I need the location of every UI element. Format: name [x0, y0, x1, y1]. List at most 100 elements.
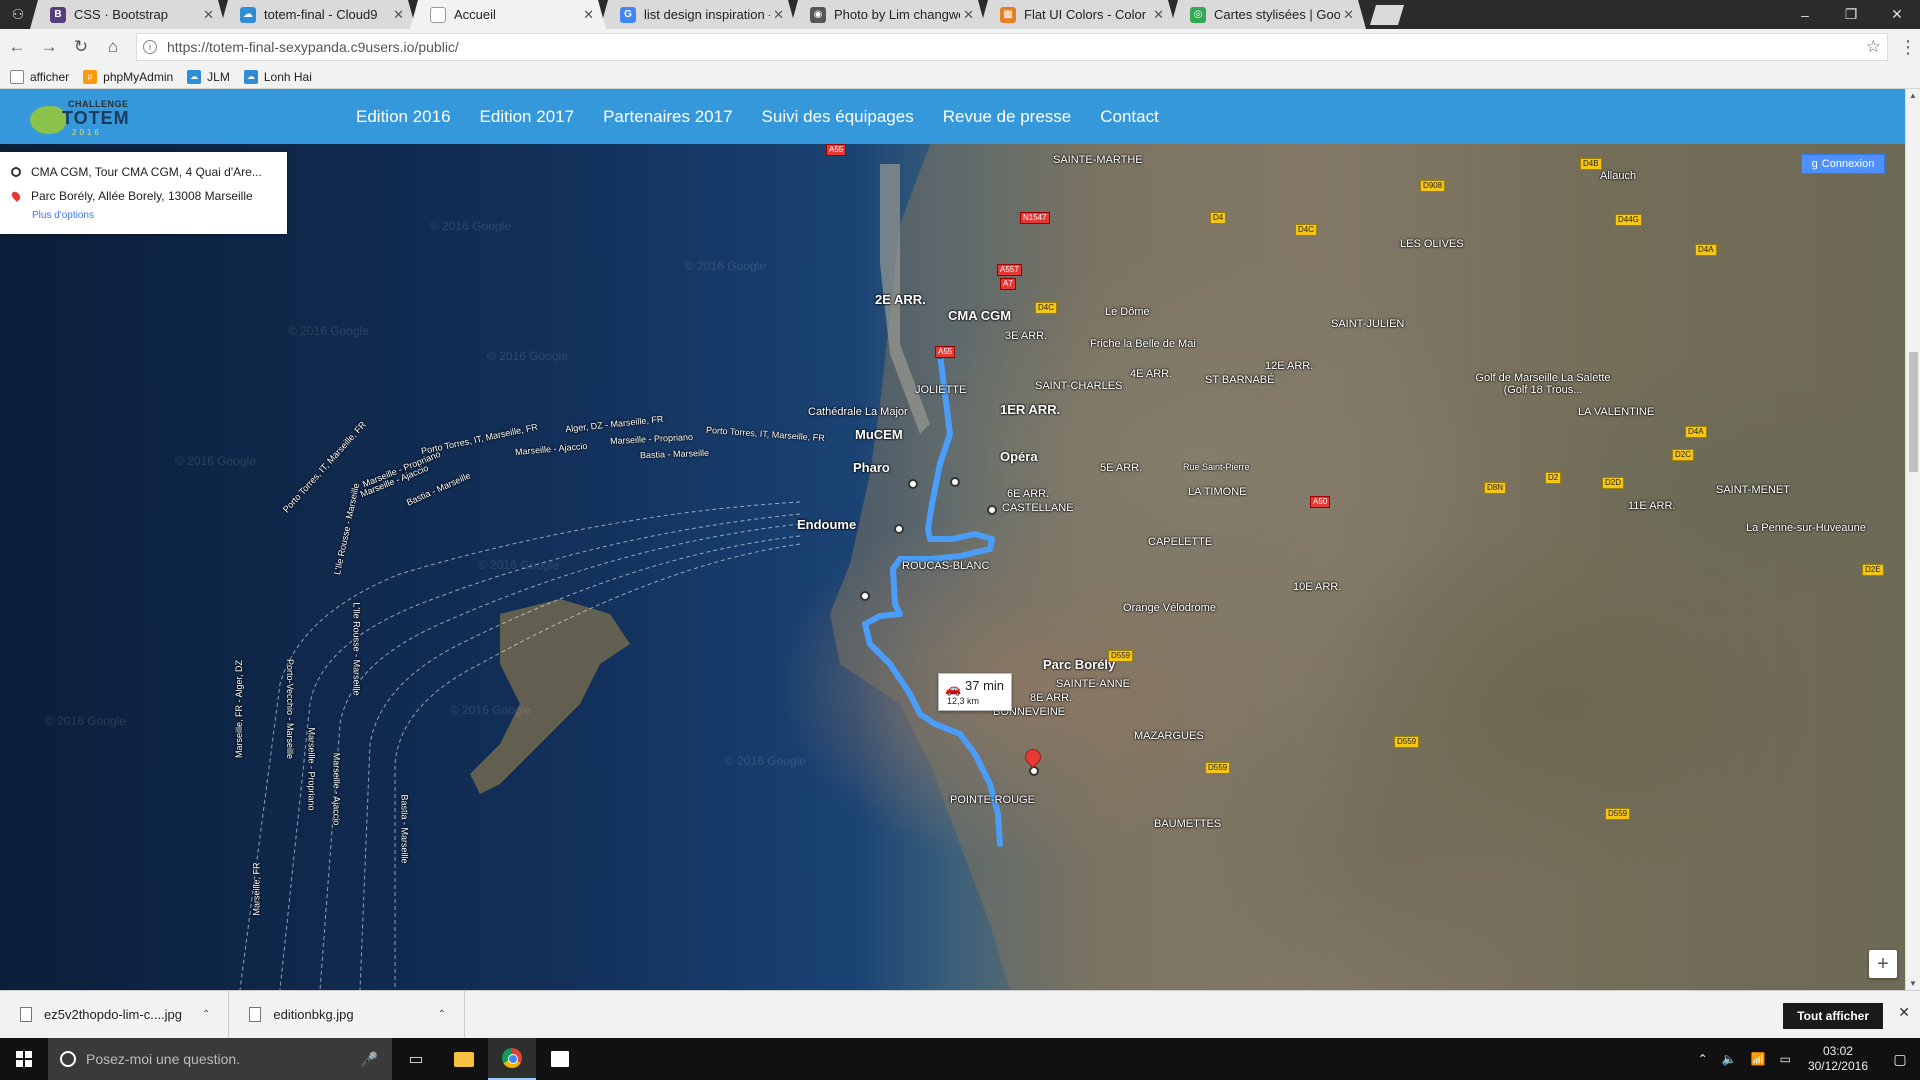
place-label: SAINTE-ANNE	[1056, 678, 1130, 690]
incognito-icon[interactable]: ⚇	[0, 0, 36, 29]
route-duration-box[interactable]: 🚗 37 min 12,3 km	[938, 673, 1012, 711]
map-watermark: © 2016 Google	[430, 219, 511, 233]
nav-edition-2016[interactable]: Edition 2016	[356, 107, 451, 127]
nav-suivi-equipages[interactable]: Suivi des équipages	[762, 107, 914, 127]
close-icon[interactable]: ✕	[1153, 7, 1164, 23]
tab-accueil[interactable]: Accueil ✕	[410, 0, 606, 29]
tab-photo[interactable]: ◉ Photo by Lim changwon ✕	[790, 0, 986, 29]
info-icon[interactable]: i	[143, 40, 157, 54]
destination-row[interactable]: Parc Borély, Allée Borely, 13008 Marseil…	[10, 184, 277, 208]
restore-icon[interactable]: ❐	[1828, 0, 1874, 29]
place-label: ST BARNABÉ	[1205, 374, 1275, 386]
connexion-button[interactable]: g Connexion	[1801, 154, 1885, 174]
battery-icon[interactable]: ▭	[1780, 1052, 1791, 1066]
scroll-up-icon[interactable]: ▲	[1909, 91, 1917, 100]
map-watermark: © 2016 Google	[175, 454, 256, 468]
network-icon[interactable]: 📶	[1751, 1052, 1766, 1066]
close-icon[interactable]: ✕	[773, 7, 784, 23]
page-icon	[10, 69, 24, 84]
window-controls: – ❐ ✕	[1782, 0, 1920, 29]
close-icon[interactable]: ✕	[1874, 0, 1920, 29]
phpmyadmin-icon: p	[83, 69, 98, 84]
road-badge: D559	[1205, 762, 1231, 774]
tab-cloud9[interactable]: ☁ totem-final - Cloud9 ✕	[220, 0, 416, 29]
zoom-in-button[interactable]: +	[1869, 950, 1897, 978]
nav-revue-de-presse[interactable]: Revue de presse	[943, 107, 1072, 127]
nav-partenaires-2017[interactable]: Partenaires 2017	[603, 107, 732, 127]
tab-cartes[interactable]: ◎ Cartes stylisées | Googl ✕	[1170, 0, 1366, 29]
close-icon[interactable]: ✕	[583, 7, 594, 23]
bookmark-jlm[interactable]: ☁ JLM	[187, 69, 230, 84]
tab-bootstrap[interactable]: B CSS · Bootstrap ✕	[30, 0, 226, 29]
address-bar[interactable]: i https://totem-final-sexypanda.c9users.…	[136, 33, 1888, 61]
bookmark-afficher[interactable]: afficher	[10, 69, 69, 84]
tab-flat-ui-colors[interactable]: ▦Flat UI Colors - Color Pal✕	[980, 0, 1176, 29]
road-badge: D4A	[1685, 426, 1707, 438]
forward-arrow-icon[interactable]: →	[34, 32, 64, 62]
download-item[interactable]: ez5v2thopdo-lim-c....jpg ⌃	[0, 990, 230, 1039]
totem-logo[interactable]: CHALLENGE TOTEM 2016	[28, 94, 134, 140]
system-tray: ⌃ 🔈 📶 ▭ 03:02 30/12/2016 ▢	[1691, 1038, 1920, 1080]
place-label: Opéra	[1000, 449, 1038, 464]
close-icon[interactable]: ✕	[963, 7, 974, 23]
download-item[interactable]: editionbkg.jpg ⌃	[229, 990, 466, 1039]
more-options-link[interactable]: Plus d'options	[32, 210, 277, 221]
place-label: CASTELLANE	[1002, 502, 1074, 514]
chrome-icon[interactable]	[488, 1038, 536, 1080]
origin-row[interactable]: CMA CGM, Tour CMA CGM, 4 Quai d'Are...	[10, 160, 277, 184]
close-icon[interactable]: ✕	[393, 7, 404, 23]
nav-contact[interactable]: Contact	[1100, 107, 1159, 127]
map-watermark: © 2016 Google	[45, 714, 126, 728]
place-label: Parc Borély	[1043, 657, 1116, 672]
chevron-up-icon[interactable]: ⌃	[1698, 1052, 1708, 1066]
place-label: 12E ARR.	[1265, 360, 1314, 372]
back-arrow-icon[interactable]: ←	[2, 32, 32, 62]
map-pin-icon	[10, 190, 22, 202]
ferry-label: L'Ile Rousse - Marseille	[351, 602, 362, 696]
file-icon	[249, 1007, 262, 1022]
ferry-label: Bastia - Marseille	[399, 794, 410, 864]
star-icon[interactable]: ☆	[1866, 37, 1881, 57]
car-icon: 🚗	[945, 681, 962, 696]
close-icon[interactable]: ✕	[1343, 7, 1354, 23]
page-scrollbar[interactable]: ▲ ▼	[1905, 89, 1920, 990]
new-tab-button[interactable]	[1370, 5, 1404, 25]
microphone-icon[interactable]: 🎤	[361, 1051, 378, 1068]
clock[interactable]: 03:02 30/12/2016	[1808, 1044, 1868, 1074]
volume-icon[interactable]: 🔈	[1722, 1052, 1737, 1066]
satellite-map[interactable]: SAINTE-MARTHE Allauch LES OLIVES SAINT-J…	[0, 144, 1905, 990]
reload-icon[interactable]: ↻	[66, 32, 96, 62]
cortana-search[interactable]: Posez-moi une question. 🎤	[48, 1038, 392, 1080]
chevron-up-icon[interactable]: ⌃	[202, 1009, 210, 1020]
map-watermark: © 2016 Google	[685, 259, 766, 273]
show-all-downloads-button[interactable]: Tout afficher	[1783, 1003, 1883, 1029]
place-label: Orange Vélodrome	[1123, 602, 1216, 614]
tab-list-design[interactable]: Glist design inspiration - R✕	[600, 0, 796, 29]
start-button[interactable]	[0, 1038, 48, 1080]
place-label: ROUCAS-BLANC	[902, 560, 990, 572]
store-icon[interactable]	[536, 1038, 584, 1080]
chevron-up-icon[interactable]: ⌃	[438, 1009, 446, 1020]
home-icon[interactable]: ⌂	[98, 32, 128, 62]
directions-panel: CMA CGM, Tour CMA CGM, 4 Quai d'Are... P…	[0, 152, 287, 234]
file-explorer-icon[interactable]	[440, 1038, 488, 1080]
road-badge: D44G	[1615, 214, 1642, 226]
scrollbar-thumb[interactable]	[1909, 352, 1918, 472]
bookmark-lonh-hai[interactable]: ☁ Lonh Hai	[243, 69, 312, 84]
scroll-down-icon[interactable]: ▼	[1909, 979, 1917, 988]
ferry-label: Marseille, FR	[251, 862, 262, 916]
close-icon[interactable]: ✕	[1898, 1004, 1910, 1021]
place-label: LES OLIVES	[1400, 238, 1464, 250]
place-label: SAINT-CHARLES	[1035, 380, 1123, 392]
menu-icon[interactable]: ⋮	[1896, 37, 1920, 58]
map-watermark: © 2016 Google	[450, 703, 531, 717]
minimize-icon[interactable]: –	[1782, 0, 1828, 29]
bookmark-phpmyadmin[interactable]: p phpMyAdmin	[83, 69, 173, 84]
task-view-icon[interactable]: ▭	[392, 1038, 440, 1080]
bootstrap-icon: B	[50, 7, 66, 23]
windows-taskbar: Posez-moi une question. 🎤 ▭ ⌃ 🔈 📶 ▭ 03:0…	[0, 1038, 1920, 1080]
nav-edition-2017[interactable]: Edition 2017	[480, 107, 575, 127]
notification-icon[interactable]: ▢	[1880, 1051, 1920, 1068]
place-label: 11E ARR.	[1628, 500, 1676, 512]
close-icon[interactable]: ✕	[203, 7, 214, 23]
